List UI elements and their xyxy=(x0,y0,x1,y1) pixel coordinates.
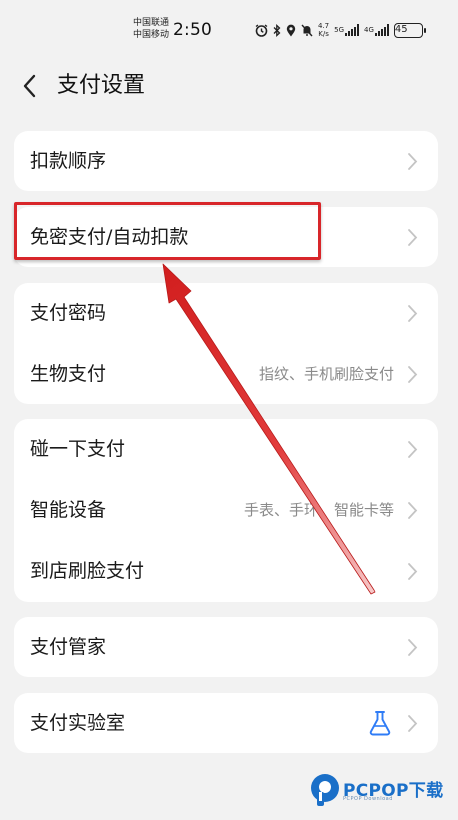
settings-group: 支付管家 xyxy=(14,617,438,677)
signal-bars-icon xyxy=(374,24,389,36)
row-payment-butler[interactable]: 支付管家 xyxy=(14,617,438,678)
alarm-icon xyxy=(255,23,268,37)
chevron-right-icon xyxy=(408,153,418,170)
row-in-store-face-payment[interactable]: 到店刷脸支付 xyxy=(14,541,438,602)
carrier-2: 中国移动 xyxy=(133,30,170,40)
speed-value: 4.7 xyxy=(318,22,330,30)
settings-group: 扣款顺序 xyxy=(14,131,438,191)
row-label: 支付密码 xyxy=(30,302,107,324)
location-icon xyxy=(286,24,296,37)
watermark: PCPOP下载 PCPOP Download xyxy=(309,770,454,810)
chevron-right-icon xyxy=(408,441,418,458)
row-label: 碰一下支付 xyxy=(30,438,126,460)
settings-group: 支付实验室 xyxy=(14,693,438,753)
battery-icon: 45 xyxy=(393,22,426,38)
network-type-2: 4G xyxy=(364,26,374,34)
chevron-right-icon xyxy=(408,639,418,656)
settings-group: 免密支付/自动扣款 xyxy=(14,207,438,267)
row-label: 支付实验室 xyxy=(30,712,126,734)
row-debit-order[interactable]: 扣款顺序 xyxy=(14,131,438,192)
row-payment-password[interactable]: 支付密码 xyxy=(14,283,438,344)
status-icons: 4.7 K/s 5G 4G 45 xyxy=(255,20,426,40)
pcpop-logo-icon xyxy=(311,774,339,806)
row-label: 智能设备 xyxy=(30,499,107,521)
mute-icon xyxy=(301,24,313,37)
signal-5g: 5G xyxy=(334,24,360,36)
flask-icon xyxy=(369,711,391,736)
signal-4g: 4G xyxy=(364,24,389,36)
page-title: 支付设置 xyxy=(57,73,146,98)
settings-group: 碰一下支付 智能设备 手表、手环、智能卡等 到店刷脸支付 xyxy=(14,419,438,602)
chevron-right-icon xyxy=(408,229,418,246)
chevron-right-icon xyxy=(408,563,418,580)
row-biometric-payment[interactable]: 生物支付 指纹、手机刷脸支付 xyxy=(14,344,438,405)
row-label: 免密支付/自动扣款 xyxy=(30,226,189,248)
row-payment-lab[interactable]: 支付实验室 xyxy=(14,693,438,754)
watermark-subtext: PCPOP Download xyxy=(343,796,393,802)
clock: 2:50 xyxy=(173,20,212,40)
chevron-right-icon xyxy=(408,366,418,383)
row-password-free-payment[interactable]: 免密支付/自动扣款 xyxy=(14,207,438,268)
row-smart-devices[interactable]: 智能设备 手表、手环、智能卡等 xyxy=(14,480,438,541)
carrier-names: 中国联通 中国移动 xyxy=(133,17,169,41)
row-tap-to-pay[interactable]: 碰一下支付 xyxy=(14,419,438,480)
header: 支付设置 xyxy=(0,60,458,112)
network-type-1: 5G xyxy=(334,26,345,34)
row-label: 扣款顺序 xyxy=(30,150,107,172)
chevron-right-icon xyxy=(408,305,418,322)
settings-group: 支付密码 生物支付 指纹、手机刷脸支付 xyxy=(14,283,438,404)
carrier-1: 中国联通 xyxy=(133,18,170,28)
row-label: 支付管家 xyxy=(30,636,107,658)
speed-unit: K/s xyxy=(318,30,329,38)
row-label: 生物支付 xyxy=(30,363,107,385)
row-value: 手表、手环、智能卡等 xyxy=(243,501,394,519)
status-bar: 中国联通 中国移动 2:50 4.7 K/s 5G 4G 45 xyxy=(0,0,458,60)
chevron-right-icon xyxy=(408,715,418,732)
chevron-right-icon xyxy=(408,502,418,519)
network-speed: 4.7 K/s xyxy=(318,22,329,38)
back-arrow-icon[interactable] xyxy=(18,72,42,100)
row-value: 指纹、手机刷脸支付 xyxy=(258,365,394,383)
signal-bars-icon xyxy=(345,24,360,36)
row-label: 到店刷脸支付 xyxy=(30,560,145,582)
bluetooth-icon xyxy=(273,23,281,37)
